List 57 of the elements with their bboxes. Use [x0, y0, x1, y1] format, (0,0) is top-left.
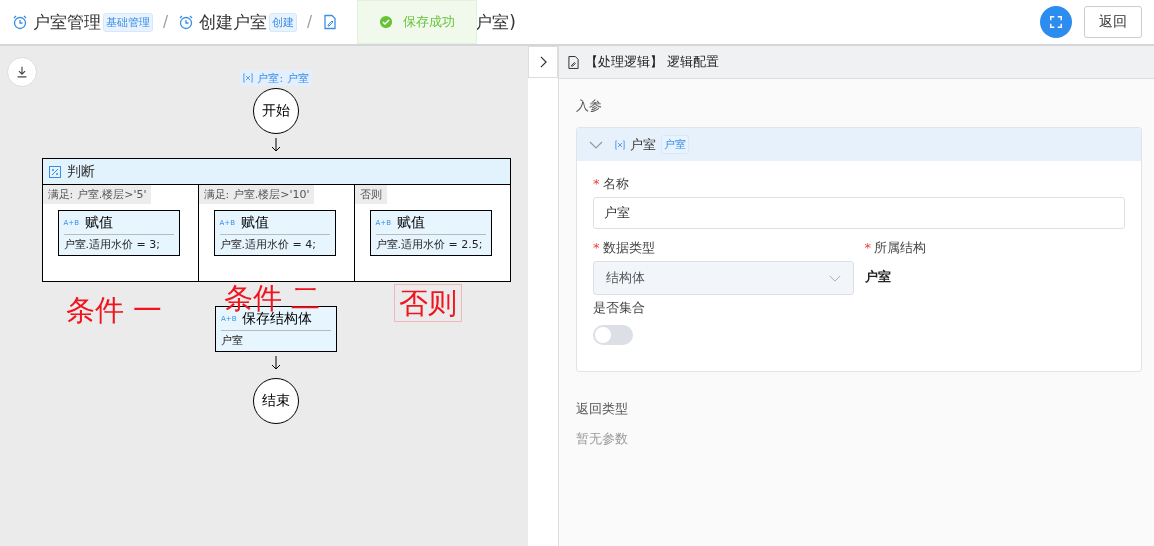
data-type-select[interactable]: 结构体: [593, 261, 854, 295]
alarm-clock-icon: [12, 14, 28, 30]
decision-icon: [48, 165, 61, 178]
node-title: 赋值: [396, 213, 425, 232]
breadcrumb-link[interactable]: 户室管理: [33, 10, 101, 34]
empty-message: 暂无参数: [576, 430, 629, 448]
download-button[interactable]: [7, 57, 37, 87]
node-body: 户室.适用水价 = 3;: [63, 237, 161, 253]
variable-icon: [615, 139, 625, 150]
variable-label: 户室: 户室: [257, 70, 309, 86]
node-body: 户室: [221, 333, 244, 349]
fullscreen-icon: [1049, 15, 1063, 29]
parameter-header[interactable]: 户室 户室: [577, 128, 1141, 161]
decision-title: 判断: [66, 162, 95, 181]
document-edit-icon: [322, 14, 339, 30]
chevron-down-icon: [828, 274, 841, 282]
arrow-down-icon: [271, 356, 281, 370]
annotation-label: 条件 一: [66, 296, 163, 324]
branch-condition: 满足: 户室.楼层>'5': [42, 185, 152, 204]
breadcrumb-link[interactable]: 户室): [475, 10, 516, 34]
download-icon: [15, 65, 29, 79]
toast-message: 保存成功: [403, 13, 455, 31]
document-edit-icon: [568, 55, 579, 69]
chevron-right-icon: [538, 56, 548, 68]
variable-icon: [243, 73, 254, 83]
panel-title: 【处理逻辑】 逻辑配置: [585, 53, 720, 71]
name-input[interactable]: 户室: [593, 197, 1125, 229]
alarm-clock-icon: [178, 14, 195, 30]
breadcrumb-link[interactable]: 创建户室: [199, 10, 268, 34]
arrow-down-icon: [271, 138, 281, 152]
field-label: * 名称: [593, 175, 630, 193]
breadcrumb-tag: 基础管理: [103, 12, 153, 32]
breadcrumb-tag: 创建: [269, 12, 298, 32]
parameter-name: 户室: [630, 135, 656, 154]
structure-value: 户室: [864, 268, 892, 286]
node-body: 户室.适用水价 = 2.5;: [375, 237, 484, 253]
branch-condition: 否则: [354, 185, 387, 204]
fullscreen-button[interactable]: [1040, 6, 1072, 38]
end-node: 结束: [253, 378, 299, 424]
section-label: 入参: [576, 97, 603, 115]
collapse-panel-button[interactable]: [528, 46, 558, 78]
section-label: 返回类型: [576, 400, 629, 418]
field-label: * 所属结构: [864, 239, 927, 257]
back-button[interactable]: 返回: [1084, 6, 1142, 38]
node-body: 户室.适用水价 = 4;: [219, 237, 317, 253]
branch-condition: 满足: 户室.楼层>'10': [198, 185, 315, 204]
node-title: 赋值: [84, 213, 113, 232]
field-label: 是否集合: [593, 299, 646, 317]
annotation-label: 否则: [394, 284, 462, 322]
field-label: * 数据类型: [593, 239, 656, 257]
check-circle-icon: [379, 15, 393, 29]
collection-switch[interactable]: [593, 325, 633, 345]
start-node: 开始: [253, 88, 299, 134]
breadcrumb-separator: /: [163, 13, 169, 31]
breadcrumb-separator: /: [307, 13, 313, 31]
node-title: 赋值: [240, 213, 269, 232]
parameter-tag: 户室: [661, 135, 689, 154]
